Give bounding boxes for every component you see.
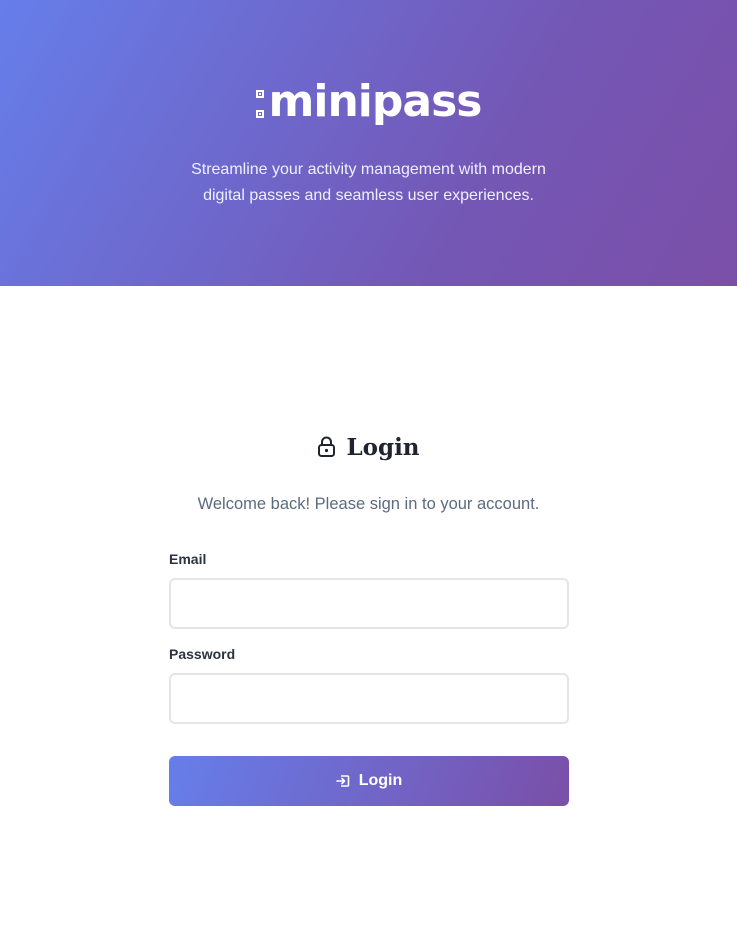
lock-icon: [318, 436, 336, 457]
hero-header: minipass Streamline your activity manage…: [0, 0, 737, 286]
tagline-line-1: Streamline your activity management with…: [191, 161, 546, 178]
tagline-line-2: digital passes and seamless user experie…: [203, 187, 534, 204]
password-field[interactable]: [169, 673, 569, 724]
qr-code-icon: [255, 90, 266, 118]
login-title: Login: [346, 433, 420, 461]
login-subtitle: Welcome back! Please sign in to your acc…: [197, 495, 540, 513]
hero-tagline: Streamline your activity management with…: [0, 157, 737, 209]
login-button[interactable]: Login: [169, 756, 569, 806]
email-label: Email: [169, 551, 207, 567]
password-label: Password: [169, 646, 236, 662]
brand-logo: minipass: [0, 74, 737, 130]
sign-in-icon: [335, 775, 350, 787]
brand-wordmark: minipass: [268, 76, 483, 127]
login-button-label: Login: [358, 772, 403, 789]
email-field[interactable]: [169, 578, 569, 629]
login-heading: Login: [0, 430, 737, 464]
